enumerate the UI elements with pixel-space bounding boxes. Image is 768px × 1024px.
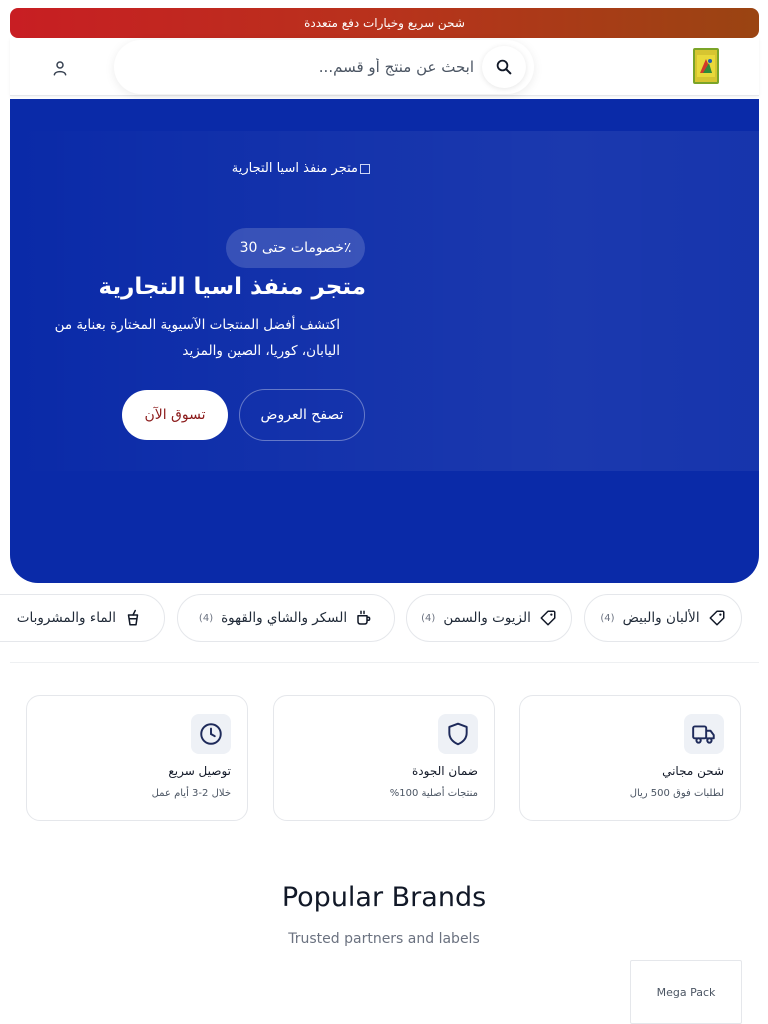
shield-icon [438, 714, 478, 754]
discount-badge: ٪خصومات حتى 30 [226, 228, 365, 268]
hero-image-alt-text: متجر منفذ اسيا التجارية [231, 161, 358, 176]
category-label: الزيوت والسمن [443, 610, 531, 626]
user-icon [53, 61, 67, 76]
feature-card-quality: ضمان الجودة منتجات أصلية 100% [273, 695, 495, 821]
search-input[interactable] [174, 52, 474, 82]
category-chip-oils[interactable]: الزيوت والسمن (4) [406, 594, 572, 642]
category-chip-sugar-tea-coffee[interactable]: السكر والشاي والقهوة (4) [177, 594, 395, 642]
category-label: الألبان والبيض [622, 610, 700, 626]
promo-text: شحن سريع وخيارات دفع متعددة [304, 16, 465, 30]
logo-icon [697, 55, 715, 77]
hero-title: متجر منفذ اسيا التجارية [98, 274, 366, 300]
category-chip-dairy[interactable]: الألبان والبيض (4) [584, 594, 742, 642]
clock-icon [191, 714, 231, 754]
tag-icon [709, 610, 725, 626]
category-count: (4) [421, 612, 436, 624]
category-count: (4) [198, 612, 214, 624]
brands-section-subtitle: Trusted partners and labels [288, 931, 480, 947]
feature-card-fast-delivery: توصيل سريع خلال 2-3 أيام عمل [26, 695, 248, 821]
feature-card-free-shipping: شحن مجاني لطلبات فوق 500 ريال [519, 695, 741, 821]
search-button[interactable] [482, 46, 526, 88]
category-label: الماء والمشروبات [16, 610, 116, 626]
browse-offers-button[interactable]: تصفح العروض [239, 389, 365, 441]
store-logo[interactable] [693, 48, 719, 84]
feature-subtitle: خلال 2-3 أيام عمل [151, 788, 231, 799]
feature-title: توصيل سريع [168, 764, 231, 778]
category-chips: الألبان والبيض (4) الزيوت والسمن (4) الس… [0, 594, 768, 644]
feature-subtitle: منتجات أصلية 100% [389, 788, 478, 799]
tag-icon [540, 610, 556, 626]
hero-subtitle: اكتشف أفضل المنتجات الآسيوية المختارة بع… [54, 317, 340, 359]
account-button[interactable] [48, 56, 72, 80]
feature-subtitle: لطلبات فوق 500 ريال [629, 788, 724, 799]
hero-image: متجر منفذ اسيا التجارية [210, 161, 370, 181]
drink-cup-icon [127, 609, 139, 626]
search-icon [496, 59, 512, 75]
shop-now-button[interactable]: تسوق الآن [122, 390, 228, 440]
broken-image-icon [360, 163, 370, 174]
feature-title: ضمان الجودة [412, 764, 478, 778]
brand-card[interactable]: Mega Pack [630, 960, 742, 1024]
hero-banner: متجر منفذ اسيا التجارية ٪خصومات حتى 30 م… [10, 99, 759, 583]
category-label: السكر والشاي والقهوة [221, 610, 348, 626]
truck-icon [684, 714, 724, 754]
header [10, 38, 759, 96]
coffee-cup-icon [357, 610, 371, 625]
category-chip-water-drinks[interactable]: الماء والمشروبات [0, 594, 165, 642]
feature-title: شحن مجاني [662, 764, 724, 778]
brands-section-title: Popular Brands [281, 882, 487, 913]
brand-name: Mega Pack [656, 985, 716, 999]
section-divider [10, 662, 759, 663]
promo-bar: شحن سريع وخيارات دفع متعددة [10, 8, 759, 38]
discount-badge-text: ٪خصومات حتى 30 [239, 240, 352, 256]
category-count: (4) [600, 612, 615, 624]
search-bar [114, 40, 534, 94]
